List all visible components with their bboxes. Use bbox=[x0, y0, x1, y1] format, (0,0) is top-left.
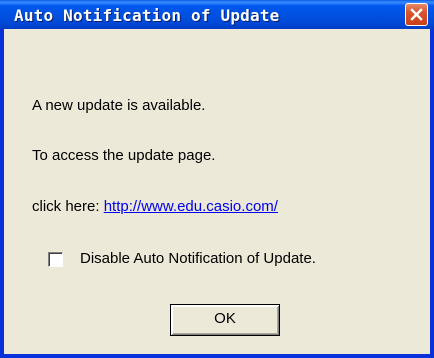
message-line-3: click here: http://www.edu.casio.com/ bbox=[32, 198, 278, 215]
click-here-label: click here: bbox=[32, 198, 100, 215]
disable-notification-checkbox[interactable] bbox=[48, 252, 63, 267]
message-line-1: A new update is available. bbox=[32, 97, 206, 114]
window-title: Auto Notification of Update bbox=[14, 6, 280, 25]
ok-button[interactable]: OK bbox=[170, 304, 280, 336]
message-line-2: To access the update page. bbox=[32, 147, 216, 164]
title-bar[interactable]: Auto Notification of Update bbox=[0, 0, 434, 29]
update-url-link[interactable]: http://www.edu.casio.com/ bbox=[104, 198, 278, 215]
disable-notification-label[interactable]: Disable Auto Notification of Update. bbox=[80, 250, 316, 267]
close-icon bbox=[410, 8, 423, 21]
dialog-window: Auto Notification of Update A new update… bbox=[0, 0, 434, 358]
close-button[interactable] bbox=[405, 3, 428, 26]
